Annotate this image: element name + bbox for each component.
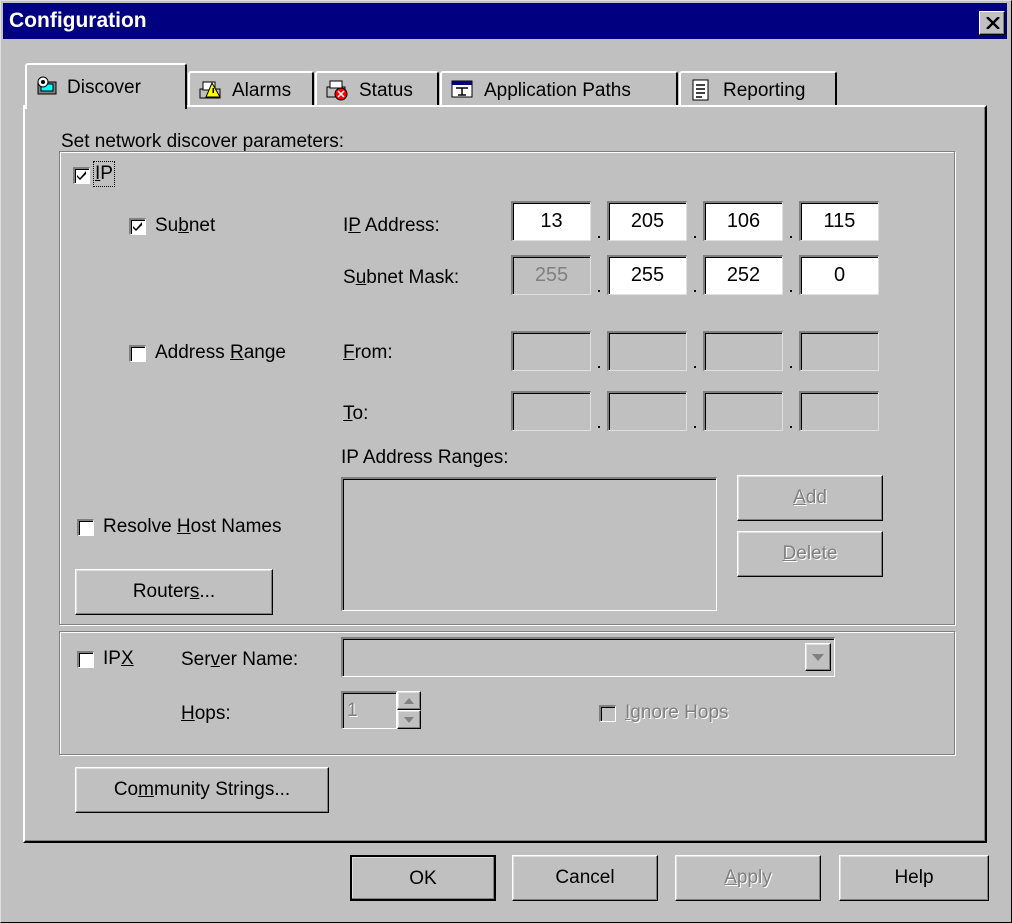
tab-label: Status [359, 80, 413, 101]
ip-address-label: IP Address: [343, 215, 440, 236]
subnet-label: Subnet [155, 215, 216, 236]
octet-separator [598, 290, 600, 292]
title-bar[interactable]: Configuration [3, 3, 1007, 39]
apply-button: Apply [675, 855, 821, 901]
ip-address-octet-2[interactable]: 205 [607, 201, 687, 241]
octet-separator [598, 366, 600, 368]
octet-separator [694, 290, 696, 292]
checkmark-icon [77, 171, 86, 180]
ipx-checkbox[interactable] [77, 651, 94, 668]
to-octet-1 [511, 391, 591, 431]
octet-separator [694, 236, 696, 238]
server-name-dropdown-button [805, 643, 831, 671]
to-octet-2 [607, 391, 687, 431]
from-octet-3 [703, 331, 783, 371]
from-octet-2 [607, 331, 687, 371]
ip-label: IP [93, 161, 115, 187]
ip-address-octet-1[interactable]: 13 [511, 201, 591, 241]
application-paths-icon [451, 80, 473, 98]
cancel-button[interactable]: Cancel [512, 855, 658, 901]
octet-separator [694, 366, 696, 368]
alarm-icon [199, 81, 221, 99]
tab-label: Application Paths [484, 80, 631, 101]
chevron-down-icon [812, 654, 824, 661]
close-button[interactable] [979, 11, 1005, 35]
checkmark-icon [133, 222, 142, 231]
server-name-label: Server Name: [181, 649, 299, 670]
hops-stepper: 1 [341, 691, 397, 729]
ok-button[interactable]: OK [350, 855, 496, 901]
community-strings-button[interactable]: Community Strings... [75, 767, 329, 813]
tab-discover[interactable]: Discover [25, 63, 187, 109]
subnet-mask-octet-1: 255 [511, 255, 591, 295]
octet-separator [694, 426, 696, 428]
subnet-mask-octet-4[interactable]: 0 [799, 255, 879, 295]
octet-separator [790, 236, 792, 238]
ip-address-octet-4[interactable]: 115 [799, 201, 879, 241]
help-button[interactable]: Help [839, 855, 989, 901]
ignore-hops-label: Ignore Hops [625, 702, 729, 723]
octet-separator [790, 426, 792, 428]
tab-label: Discover [67, 77, 141, 98]
ip-address-ranges-list[interactable] [341, 477, 717, 611]
ip-checkbox[interactable] [73, 167, 90, 184]
from-label: From: [343, 342, 393, 363]
resolve-host-names-label: Resolve Host Names [103, 516, 282, 537]
octet-separator [790, 290, 792, 292]
tab-label: Alarms [232, 80, 292, 101]
discover-heading: Set network discover parameters: [61, 131, 345, 152]
ignore-hops-checkbox [599, 705, 616, 722]
from-octet-4 [799, 331, 879, 371]
address-range-label: Address Range [155, 342, 286, 363]
ip-address-ranges-label: IP Address Ranges: [341, 447, 509, 468]
octet-separator [598, 426, 600, 428]
report-icon [692, 79, 709, 101]
ip-address-octet-3[interactable]: 106 [703, 201, 783, 241]
subnet-mask-label: Subnet Mask: [343, 267, 460, 288]
tab-alarms[interactable]: Alarms [188, 71, 314, 107]
hops-label: Hops: [181, 703, 231, 724]
configuration-dialog: Configuration Discover Alarms Status App… [0, 0, 1012, 923]
octet-separator [598, 236, 600, 238]
hops-down-button [397, 710, 421, 729]
octet-separator [790, 366, 792, 368]
arrow-down-icon [404, 717, 414, 723]
to-octet-3 [703, 391, 783, 431]
delete-button: Delete [737, 531, 883, 577]
ipx-label: IPX [103, 648, 134, 669]
tab-status[interactable]: Status [315, 71, 439, 107]
to-octet-4 [799, 391, 879, 431]
hops-value: 1 [347, 700, 358, 721]
discover-icon [37, 76, 57, 95]
window-title: Configuration [9, 9, 147, 32]
hops-up-button [397, 691, 421, 710]
tab-application-paths[interactable]: Application Paths [440, 71, 678, 107]
from-octet-1 [511, 331, 591, 371]
to-label: To: [343, 403, 369, 424]
routers-button[interactable]: Routers... [75, 569, 273, 615]
subnet-checkbox[interactable] [129, 218, 146, 235]
subnet-mask-octet-3[interactable]: 252 [703, 255, 783, 295]
tab-reporting[interactable]: Reporting [679, 71, 837, 107]
add-button: Add [737, 475, 883, 521]
resolve-host-names-checkbox[interactable] [77, 519, 94, 536]
close-icon [986, 17, 1000, 29]
arrow-up-icon [404, 698, 414, 704]
server-name-dropdown [341, 637, 835, 677]
discover-panel: Set network discover parameters: IP Subn… [23, 105, 987, 843]
tab-label: Reporting [723, 80, 806, 101]
subnet-mask-octet-2[interactable]: 255 [607, 255, 687, 295]
status-icon [326, 80, 348, 101]
address-range-checkbox[interactable] [129, 345, 146, 362]
